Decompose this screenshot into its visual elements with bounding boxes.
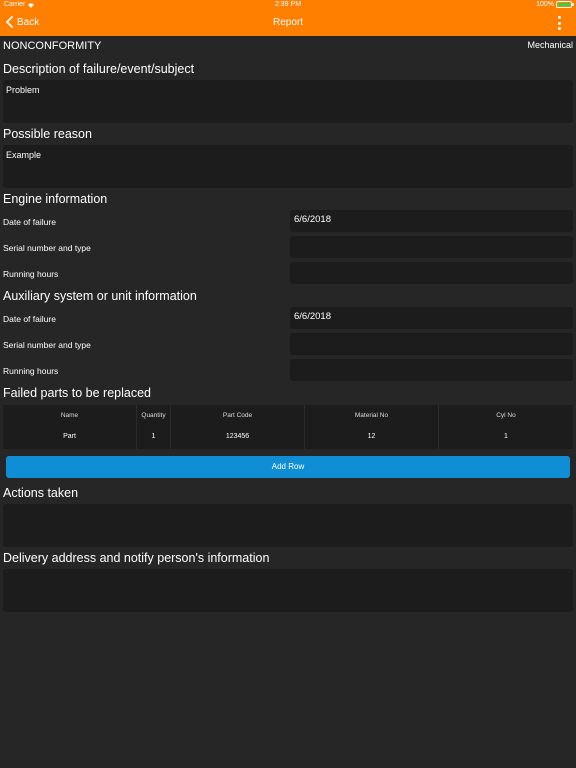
column-header: Part Code <box>222 412 253 419</box>
column-name: Name Part <box>3 405 137 449</box>
navigation-bar: Back Report <box>0 11 576 36</box>
column-part-code: Part Code 123456 <box>171 405 305 449</box>
actions-taken-field[interactable] <box>3 504 573 547</box>
battery-info: 100% <box>536 1 574 8</box>
battery-icon <box>556 1 574 8</box>
engine-hours-field[interactable] <box>290 262 573 284</box>
battery-percent: 100% <box>536 1 554 8</box>
column-header: Cyl No <box>496 412 516 419</box>
parts-table: Name Part Quantity 1 Part Code 123456 Ma… <box>3 405 573 449</box>
report-type-label: NONCONFORMITY <box>3 40 102 52</box>
aux-serial-label: Serial number and type <box>3 340 91 350</box>
category-label: Mechanical <box>527 40 573 50</box>
status-bar: Carrier 2:39 PM 100% <box>0 0 576 11</box>
clock: 2:39 PM <box>274 1 302 8</box>
possible-reason-field[interactable]: Example <box>3 145 573 188</box>
column-header: Quantity <box>141 412 166 419</box>
aux-serial-field[interactable] <box>290 333 573 355</box>
engine-serial-field[interactable] <box>290 236 573 258</box>
description-field[interactable]: Problem <box>3 80 573 123</box>
failed-parts-title: Failed parts to be replaced <box>3 386 152 400</box>
delivery-title: Delivery address and notify person's inf… <box>3 551 270 565</box>
description-title: Description of failure/event/subject <box>3 62 195 76</box>
auxiliary-info-title: Auxiliary system or unit information <box>3 289 197 303</box>
column-quantity: Quantity 1 <box>137 405 171 449</box>
page-title: Report <box>272 17 303 28</box>
column-cyl-no: Cyl No 1 <box>439 405 573 449</box>
aux-hours-label: Running hours <box>3 366 59 376</box>
table-cell[interactable]: Part <box>3 433 136 440</box>
table-cell[interactable]: 1 <box>439 433 573 440</box>
delivery-field[interactable] <box>3 569 573 612</box>
engine-date-label: Date of failure <box>3 217 56 227</box>
column-material-no: Material No 12 <box>305 405 439 449</box>
engine-date-field[interactable]: 6/6/2018 <box>290 210 573 232</box>
aux-date-label: Date of failure <box>3 314 56 324</box>
more-menu-icon[interactable] <box>556 16 562 30</box>
engine-serial-label: Serial number and type <box>3 243 91 253</box>
add-row-button[interactable]: Add Row <box>6 456 570 478</box>
table-cell[interactable]: 1 <box>137 433 170 440</box>
actions-taken-title: Actions taken <box>3 486 79 500</box>
table-cell[interactable]: 12 <box>305 433 438 440</box>
column-header: Name <box>60 412 79 419</box>
column-header: Material No <box>354 412 389 419</box>
aux-hours-field[interactable] <box>290 359 573 381</box>
engine-hours-label: Running hours <box>3 269 59 279</box>
possible-reason-title: Possible reason <box>3 127 92 141</box>
table-cell[interactable]: 123456 <box>171 433 304 440</box>
aux-date-field[interactable]: 6/6/2018 <box>290 307 573 329</box>
engine-info-title: Engine information <box>3 192 108 206</box>
